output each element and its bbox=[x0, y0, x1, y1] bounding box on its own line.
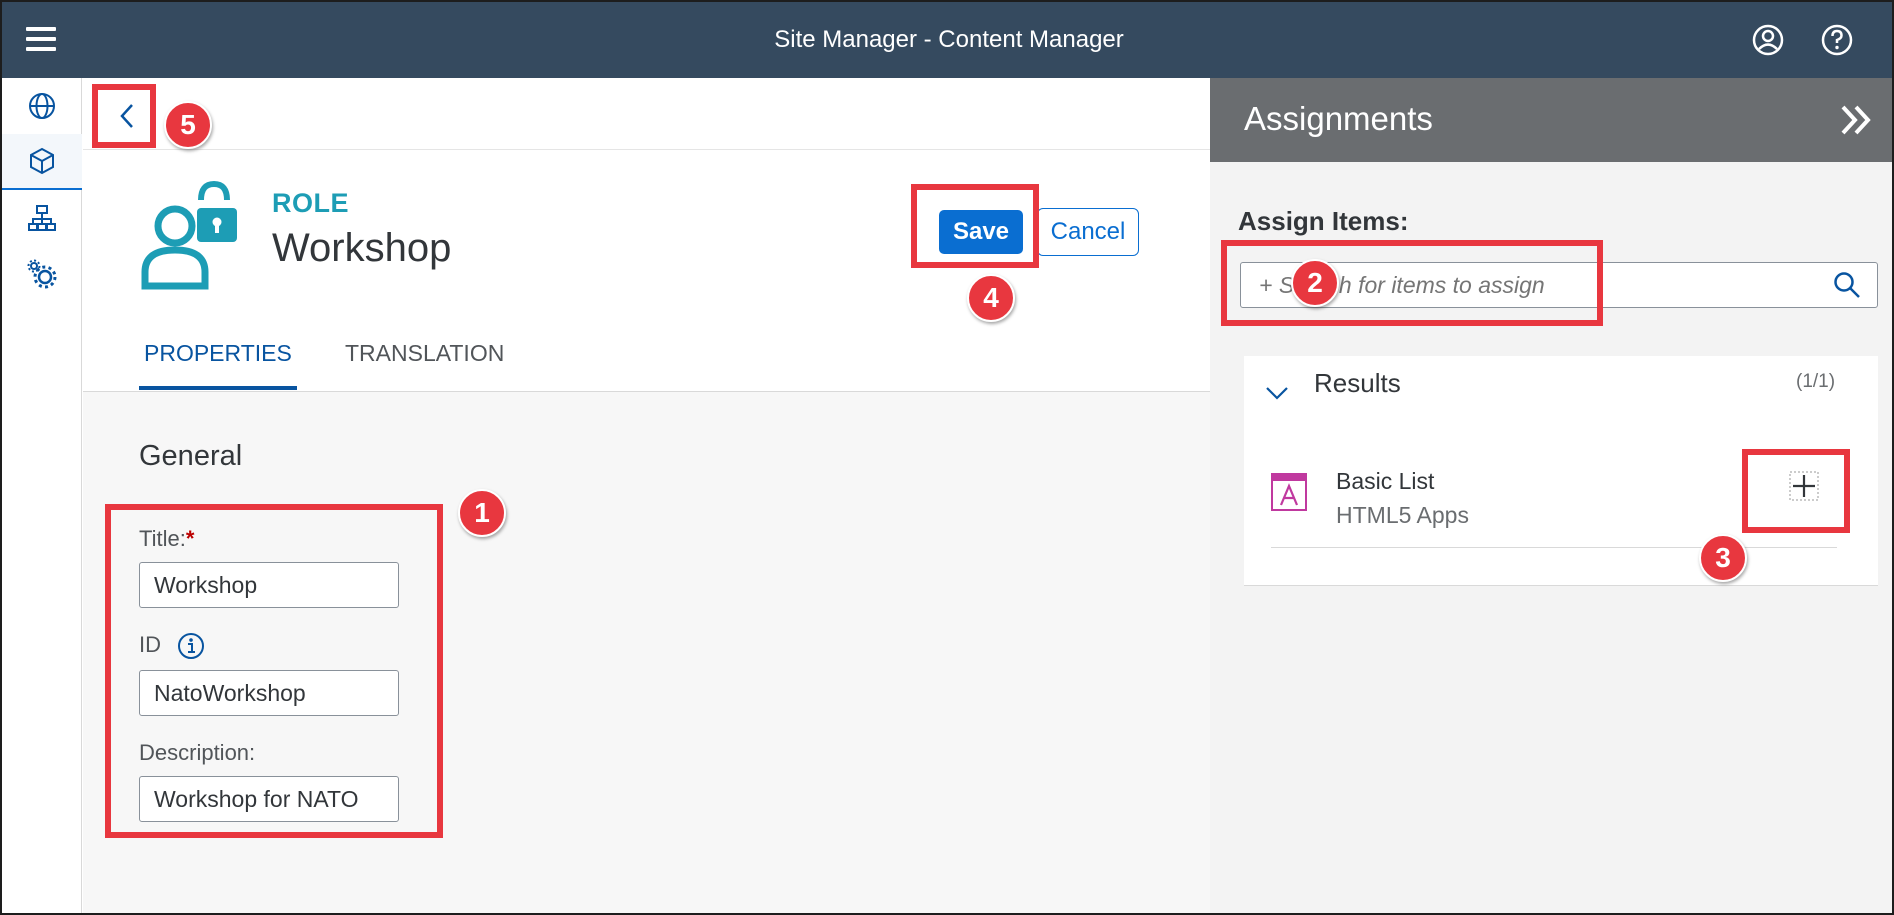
settings-gears-icon bbox=[27, 259, 57, 289]
assignments-panel-header: Assignments bbox=[1210, 78, 1892, 162]
object-type-label: ROLE bbox=[272, 188, 350, 218]
content-toolbar bbox=[83, 78, 1210, 150]
callout-badge-2: 2 bbox=[1291, 259, 1339, 307]
callout-badge-5: 5 bbox=[164, 101, 212, 149]
shell-bar: Site Manager - Content Manager bbox=[2, 2, 1892, 78]
nav-item-settings[interactable] bbox=[2, 246, 82, 302]
nav-item-content-manager[interactable] bbox=[2, 134, 82, 190]
user-profile-icon[interactable] bbox=[1750, 22, 1786, 58]
tab-translation[interactable]: TRANSLATION bbox=[345, 340, 504, 367]
side-navigation bbox=[2, 78, 82, 913]
nav-item-sites[interactable] bbox=[2, 78, 82, 134]
hierarchy-icon bbox=[28, 205, 56, 231]
results-title: Results bbox=[1314, 368, 1401, 398]
section-title-general: General bbox=[139, 440, 243, 472]
app-frame: Site Manager - Content Manager ROLE Work… bbox=[0, 0, 1894, 915]
cancel-button[interactable]: Cancel bbox=[1037, 208, 1139, 256]
callout-box-form bbox=[105, 504, 443, 838]
result-item-title: Basic List bbox=[1336, 468, 1435, 494]
callout-box-save bbox=[911, 184, 1039, 268]
search-icon[interactable] bbox=[1832, 270, 1862, 300]
content-cube-icon bbox=[30, 147, 54, 175]
assignments-title: Assignments bbox=[1244, 100, 1433, 137]
role-unlocked-icon bbox=[141, 180, 237, 290]
callout-badge-4: 4 bbox=[967, 274, 1015, 322]
callout-box-back bbox=[92, 84, 156, 148]
double-chevron-right-icon bbox=[1841, 105, 1871, 135]
item-divider bbox=[1271, 547, 1837, 548]
callout-box-search bbox=[1221, 240, 1603, 326]
assign-items-label: Assign Items: bbox=[1238, 206, 1409, 236]
active-tab-indicator bbox=[139, 386, 297, 390]
callout-badge-1: 1 bbox=[458, 489, 506, 537]
collapse-panel-button[interactable] bbox=[1836, 102, 1876, 138]
app-title: Site Manager - Content Manager bbox=[774, 26, 1124, 53]
results-count: (1/1) bbox=[1796, 371, 1836, 392]
html5-app-icon bbox=[1271, 473, 1307, 511]
nav-item-hierarchy[interactable] bbox=[2, 190, 82, 246]
callout-badge-3: 3 bbox=[1699, 534, 1747, 582]
help-icon[interactable] bbox=[1819, 22, 1855, 58]
object-header: ROLE Workshop Save Cancel PROPERTIES TRA… bbox=[83, 150, 1210, 392]
callout-box-add bbox=[1742, 449, 1850, 533]
object-title: Workshop bbox=[272, 226, 452, 270]
result-item-subtitle: HTML5 Apps bbox=[1336, 502, 1469, 528]
globe-icon bbox=[29, 93, 55, 119]
chevron-down-icon[interactable] bbox=[1262, 378, 1292, 408]
tab-properties[interactable]: PROPERTIES bbox=[144, 340, 292, 367]
